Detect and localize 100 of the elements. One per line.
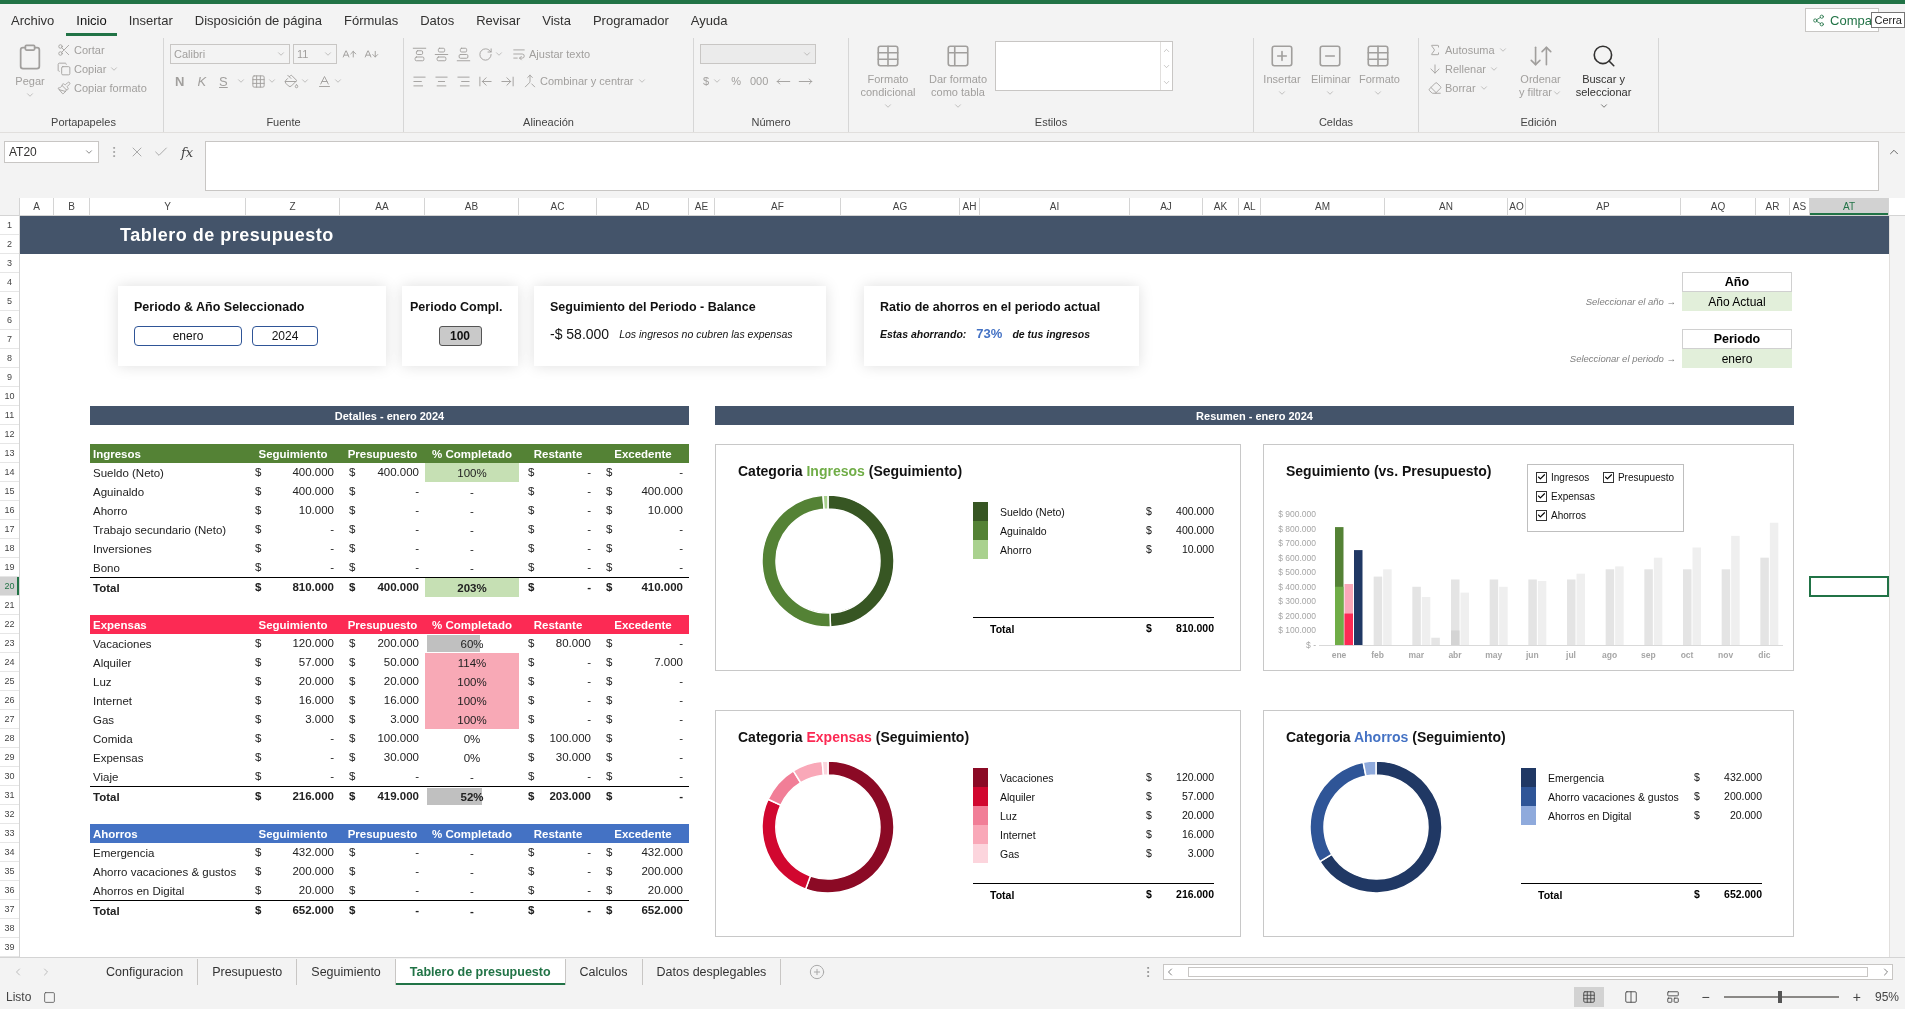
menu-tab[interactable]: Insertar [118, 4, 183, 36]
align-center-icon[interactable] [434, 73, 449, 89]
selector-field[interactable]: Año Actual [1682, 292, 1792, 311]
borders-icon[interactable] [250, 73, 266, 89]
menu-tab[interactable]: Vista [532, 4, 581, 36]
row-heading[interactable]: 16 [0, 501, 19, 520]
checkbox[interactable] [1536, 490, 1547, 502]
row-heading[interactable]: 29 [0, 748, 19, 767]
row-heading[interactable]: 22 [0, 615, 19, 634]
row-heading[interactable]: 36 [0, 881, 19, 900]
row-heading[interactable]: 23 [0, 634, 19, 653]
sheet-tab[interactable]: Tablero de presupuesto [395, 958, 566, 985]
vertical-scrollbar[interactable] [1889, 216, 1905, 957]
column-heading[interactable]: AO [1508, 198, 1526, 215]
menu-tab[interactable]: Revisar [466, 4, 531, 36]
select-all-corner[interactable] [0, 198, 20, 215]
ribbon-button[interactable]: Buscar y seleccionar [1570, 41, 1637, 114]
formula-input[interactable] [205, 141, 1879, 191]
column-heading[interactable]: AG [841, 198, 960, 215]
column-heading[interactable]: AP [1526, 198, 1681, 215]
checkbox[interactable] [1536, 471, 1547, 483]
row-heading[interactable]: 38 [0, 919, 19, 938]
row-heading[interactable]: 34 [0, 843, 19, 862]
column-heading[interactable]: AN [1385, 198, 1508, 215]
zoom-out-button[interactable]: − [1699, 989, 1712, 1005]
column-heading[interactable]: Y [90, 198, 246, 215]
column-heading[interactable]: AD [597, 198, 689, 215]
column-heading[interactable]: Z [246, 198, 340, 215]
row-heading[interactable]: 18 [0, 539, 19, 558]
row-heading[interactable]: 32 [0, 805, 19, 824]
sheet-tab[interactable]: Calculos [565, 958, 643, 985]
row-heading[interactable]: 27 [0, 710, 19, 729]
normal-view-button[interactable] [1573, 987, 1604, 1007]
align-top-icon[interactable] [412, 46, 427, 62]
row-heading[interactable]: 7 [0, 330, 19, 349]
sheet-tab[interactable]: Configuracion [92, 958, 199, 985]
row-heading[interactable]: 15 [0, 482, 19, 501]
menu-tab[interactable]: Fórmulas [334, 4, 409, 36]
selector-field[interactable]: enero [1682, 349, 1792, 368]
row-heading[interactable]: 28 [0, 729, 19, 748]
column-heading[interactable]: AC [519, 198, 597, 215]
column-heading[interactable]: AQ [1681, 198, 1756, 215]
column-heading[interactable]: AJ [1130, 198, 1203, 215]
row-heading[interactable]: 13 [0, 444, 19, 463]
macro-record-icon[interactable] [43, 990, 57, 1004]
menu-tab[interactable]: Archivo [1, 4, 65, 36]
column-heading[interactable]: A [20, 198, 54, 215]
checkbox[interactable] [1536, 509, 1547, 521]
align-left-icon[interactable] [412, 73, 427, 89]
scrollbar-thumb[interactable] [1188, 966, 1868, 977]
column-heading[interactable]: AE [689, 198, 715, 215]
menu-tab[interactable]: Disposición de página [184, 4, 332, 36]
paint-bucket-icon[interactable] [283, 73, 299, 89]
row-heading[interactable]: 31 [0, 786, 19, 805]
row-heading[interactable]: 1 [0, 216, 19, 235]
row-heading[interactable]: 5 [0, 292, 19, 311]
menu-tab[interactable]: Programador [582, 4, 679, 36]
menu-tab[interactable]: Inicio [66, 4, 117, 36]
row-heading[interactable]: 21 [0, 596, 19, 615]
row-heading[interactable]: 10 [0, 387, 19, 406]
column-heading[interactable]: AL [1239, 198, 1261, 215]
row-heading[interactable]: 25 [0, 672, 19, 691]
row-heading[interactable]: 12 [0, 425, 19, 444]
row-heading[interactable]: 37 [0, 900, 19, 919]
sheet-tab[interactable]: Presupuesto [198, 958, 298, 985]
row-heading[interactable]: 26 [0, 691, 19, 710]
row-heading[interactable]: 35 [0, 862, 19, 881]
align-bottom-icon[interactable] [456, 46, 471, 62]
row-heading[interactable]: 8 [0, 349, 19, 368]
align-right-icon[interactable] [456, 73, 471, 89]
column-heading[interactable]: AM [1261, 198, 1385, 215]
horizontal-scrollbar[interactable] [1163, 963, 1893, 980]
row-heading[interactable]: 20 [0, 577, 19, 596]
font-color-icon[interactable] [316, 73, 332, 89]
name-box[interactable]: AT20 [4, 141, 99, 163]
column-heading[interactable]: AR [1756, 198, 1790, 215]
row-heading[interactable]: 3 [0, 254, 19, 273]
column-heading[interactable]: AT [1810, 198, 1889, 215]
menu-tab[interactable]: Ayuda [680, 4, 738, 36]
row-heading[interactable]: 14 [0, 463, 19, 482]
zoom-in-button[interactable]: + [1850, 989, 1863, 1005]
column-heading[interactable]: B [54, 198, 90, 215]
row-heading[interactable]: 6 [0, 311, 19, 330]
sheet-tab[interactable]: Datos desplegables [642, 958, 782, 985]
row-heading[interactable]: 17 [0, 520, 19, 539]
column-heading[interactable]: AB [425, 198, 519, 215]
zoom-slider-thumb[interactable] [1778, 991, 1783, 1003]
align-middle-icon[interactable] [434, 46, 449, 62]
styles-gallery[interactable] [995, 41, 1173, 91]
menu-tab[interactable]: Datos [410, 4, 465, 36]
row-heading[interactable]: 33 [0, 824, 19, 843]
row-heading[interactable]: 11 [0, 406, 19, 425]
zoom-level[interactable]: 95% [1874, 990, 1899, 1004]
add-sheet-icon[interactable] [809, 963, 826, 980]
row-heading[interactable]: 2 [0, 235, 19, 254]
number-format-field[interactable] [700, 44, 816, 64]
row-heading[interactable]: 30 [0, 767, 19, 786]
column-heading[interactable]: AA [340, 198, 425, 215]
row-heading[interactable]: 24 [0, 653, 19, 672]
column-heading[interactable]: AF [715, 198, 841, 215]
